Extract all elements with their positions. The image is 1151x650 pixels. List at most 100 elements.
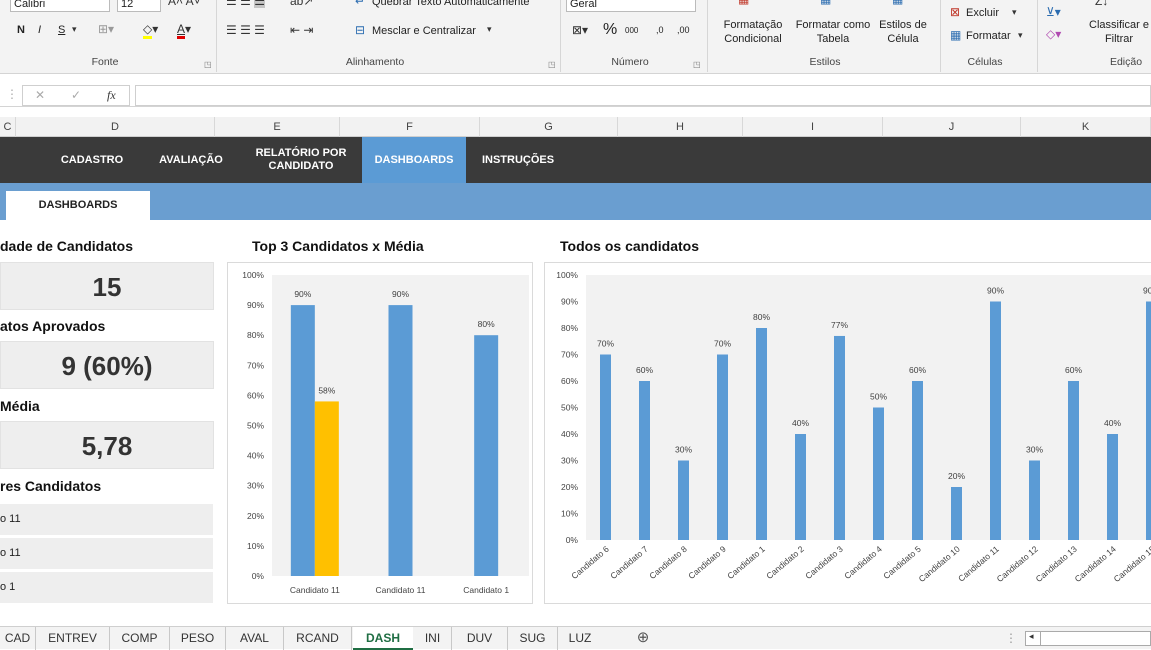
scroll-left-icon[interactable]: ◂: [1029, 631, 1034, 642]
launcher-icon[interactable]: ◳: [548, 60, 556, 69]
currency-icon[interactable]: ⊠▾: [572, 23, 588, 37]
sheet-tab[interactable]: LUZ: [558, 627, 602, 650]
merge-center-button[interactable]: Mesclar e Centralizar: [372, 25, 476, 37]
y-tick-label: 70%: [561, 350, 578, 360]
cancel-icon[interactable]: ✕: [35, 88, 45, 102]
sheet-tab[interactable]: PESO: [170, 627, 226, 650]
italic-button[interactable]: I: [38, 24, 41, 36]
y-tick-label: 20%: [561, 482, 578, 492]
chevron-down-icon[interactable]: ▾: [1018, 30, 1023, 41]
increase-font-icon[interactable]: A˄ A˅: [168, 0, 201, 8]
column-header[interactable]: J: [883, 117, 1021, 137]
format-cells-button[interactable]: Formatar: [966, 30, 1011, 42]
nav-item-relatorio[interactable]: RELATÓRIO POR CANDIDATO: [243, 137, 359, 183]
borders-icon[interactable]: ⊞▾: [98, 22, 114, 36]
sheet-tab[interactable]: RCAND: [284, 627, 352, 650]
avg-title: Média: [0, 398, 40, 414]
bar: [834, 335, 845, 540]
launcher-icon[interactable]: ◳: [693, 60, 701, 69]
drag-handle-icon[interactable]: ⋮: [6, 87, 18, 101]
nav-item-dashboards[interactable]: DASHBOARDS: [362, 137, 466, 183]
thousands-button[interactable]: 000: [625, 26, 638, 35]
best-item: o 1: [0, 572, 213, 603]
fill-color-icon[interactable]: ◇▾: [143, 22, 158, 39]
bar: [639, 381, 650, 540]
align-top-icon[interactable]: ☰ ☰ ☰: [226, 0, 265, 8]
bar: [600, 354, 611, 540]
sort-filter-button[interactable]: Classificar e Filtrar: [1076, 18, 1151, 46]
column-header[interactable]: D: [16, 117, 215, 137]
chevron-down-icon[interactable]: ▾: [72, 24, 77, 35]
sub-nav: DASHBOARDS: [0, 183, 1151, 220]
sheet-tab[interactable]: AVAL: [226, 627, 284, 650]
delete-cells-button[interactable]: Excluir: [966, 7, 999, 19]
fill-icon[interactable]: ⊻▾: [1046, 5, 1061, 19]
nav-item-instrucoes[interactable]: INSTRUÇÕES: [472, 137, 564, 183]
font-name-select[interactable]: Calibri: [10, 0, 110, 12]
merge-icon[interactable]: ⊟: [355, 23, 365, 37]
sheet-tab[interactable]: DUV: [452, 627, 508, 650]
nav-item-cadastro[interactable]: CADASTRO: [46, 137, 138, 183]
sheet-tab[interactable]: COMP: [110, 627, 170, 650]
wrap-text-button[interactable]: Quebrar Texto Automaticamente: [372, 0, 530, 8]
nav-item-avaliacao[interactable]: AVALIAÇÃO: [148, 137, 234, 183]
increase-decimal-button[interactable]: ,0: [656, 25, 664, 35]
column-header[interactable]: G: [480, 117, 618, 137]
clear-icon[interactable]: ◇▾: [1046, 27, 1061, 41]
chevron-down-icon[interactable]: ▾: [487, 24, 492, 35]
tab-dashboards[interactable]: DASHBOARDS: [6, 191, 150, 220]
format-table-button[interactable]: Formatar como Tabela: [790, 18, 876, 46]
y-tick-label: 0%: [566, 535, 579, 545]
decrease-decimal-button[interactable]: ,00: [677, 25, 690, 35]
all-candidates-chart[interactable]: 0% 10% 20% 30% 40% 50% 60% 70% 80% 90% 100% 70% Cand…: [544, 262, 1151, 604]
indent-icon[interactable]: ⇤ ⇥: [290, 23, 313, 37]
drag-handle-icon[interactable]: ⋮: [1005, 627, 1017, 650]
bar: [1029, 460, 1040, 540]
y-tick-label: 0%: [252, 571, 265, 581]
approved-title: atos Aprovados: [0, 318, 106, 334]
y-tick-label: 100%: [242, 270, 264, 280]
x-tick-label: Candidato 12: [995, 544, 1040, 584]
column-header[interactable]: K: [1021, 117, 1151, 137]
launcher-icon[interactable]: ◳: [204, 60, 212, 69]
data-label: 80%: [753, 312, 770, 322]
x-tick-label: Candidato 4: [842, 544, 884, 581]
bar: [756, 328, 767, 540]
wrap-text-icon[interactable]: ↵: [355, 0, 365, 8]
horizontal-scrollbar[interactable]: ◂: [1025, 631, 1151, 646]
percent-button[interactable]: %: [603, 21, 617, 39]
column-header[interactable]: I: [743, 117, 883, 137]
chevron-down-icon[interactable]: ▾: [1012, 7, 1017, 18]
column-header[interactable]: F: [340, 117, 480, 137]
data-label: 60%: [1065, 365, 1082, 375]
fx-icon[interactable]: fx: [107, 88, 116, 103]
enter-icon[interactable]: ✓: [71, 88, 81, 102]
sheet-tab[interactable]: CAD: [0, 627, 36, 650]
x-tick-label: Candidato 10: [917, 544, 962, 584]
align-left-icon[interactable]: ☰ ☰ ☰: [226, 23, 265, 37]
group-separator: [560, 0, 561, 72]
y-tick-label: 60%: [247, 390, 264, 400]
bold-button[interactable]: N: [17, 24, 25, 36]
conditional-format-button[interactable]: Formatação Condicional: [714, 18, 792, 46]
column-header[interactable]: H: [618, 117, 743, 137]
y-tick-label: 10%: [247, 541, 264, 551]
underline-button[interactable]: S: [58, 24, 65, 36]
sheet-tab[interactable]: ENTREV: [36, 627, 110, 650]
column-header[interactable]: C: [0, 117, 16, 137]
sheet-tab[interactable]: SUG: [508, 627, 558, 650]
sort-icon: Z↓: [1095, 0, 1109, 8]
number-format-select[interactable]: Geral: [566, 0, 696, 12]
add-sheet-icon[interactable]: ⊕: [630, 627, 656, 650]
column-header[interactable]: E: [215, 117, 340, 137]
cell-styles-button[interactable]: Estilos de Célula: [874, 18, 932, 46]
orientation-icon[interactable]: ab↗: [290, 0, 313, 8]
font-color-icon[interactable]: A▾: [177, 22, 191, 39]
formula-input[interactable]: [135, 85, 1151, 106]
sheet-tab[interactable]: INI: [414, 627, 452, 650]
top3-chart[interactable]: 0% 10% 20% 30% 40% 50% 60% 70% 80% 90% 100% 90% 58% C…: [227, 262, 533, 604]
x-tick-label: Candidato 3: [803, 544, 845, 581]
font-size-select[interactable]: 12: [117, 0, 161, 12]
sheet-tab-active[interactable]: DASH: [353, 627, 413, 650]
x-tick-label: Candidato 11: [376, 585, 426, 595]
